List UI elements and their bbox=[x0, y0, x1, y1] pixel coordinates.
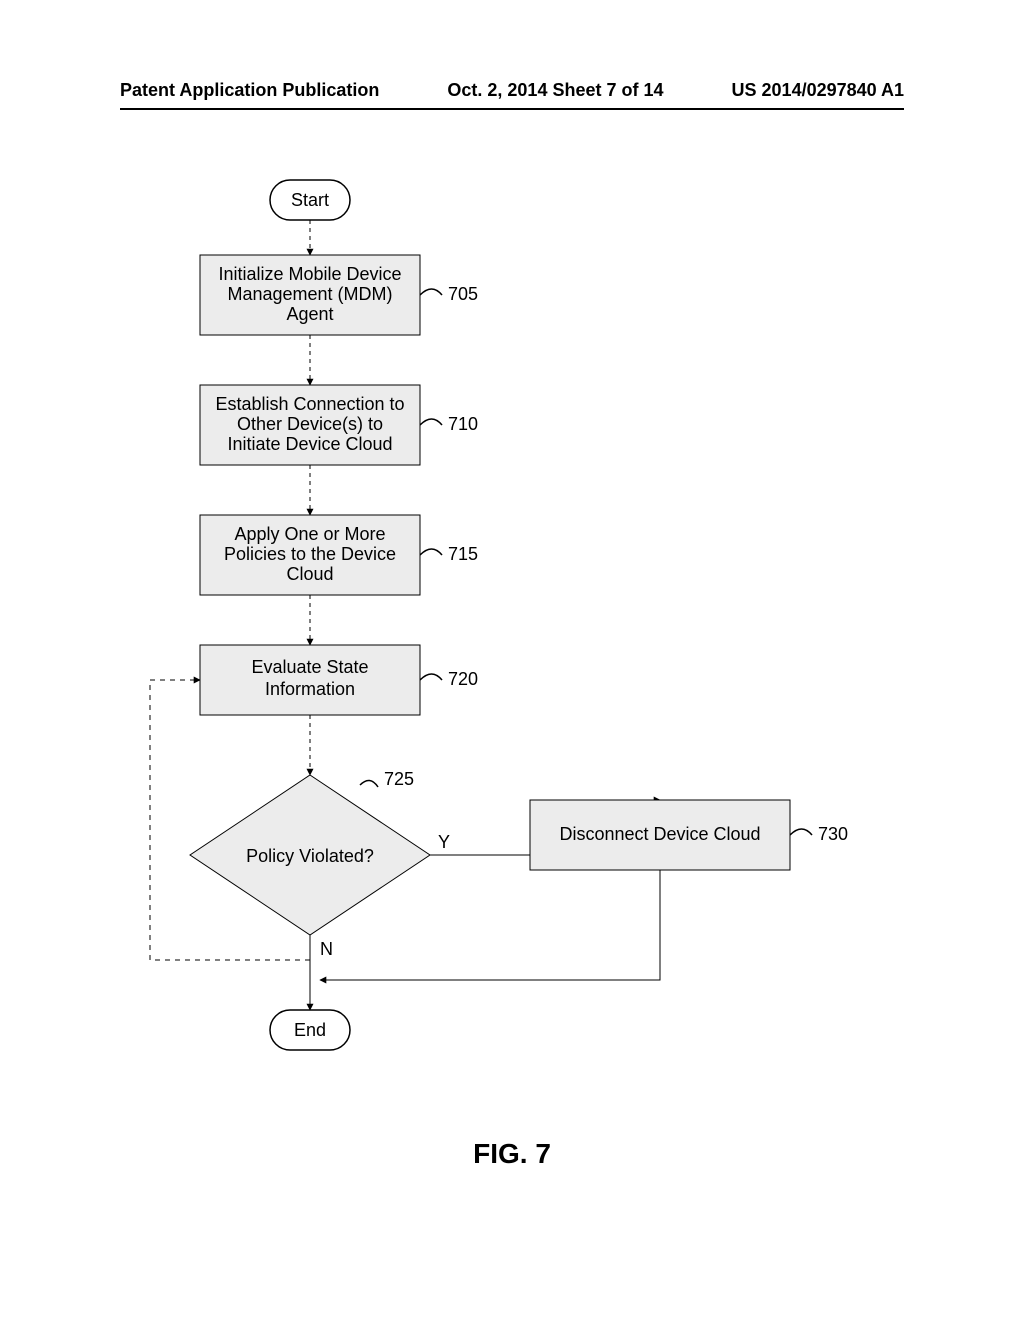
ref-705: 705 bbox=[448, 284, 478, 304]
ref-arc-705 bbox=[420, 289, 442, 295]
step-710-line3: Initiate Device Cloud bbox=[227, 434, 392, 454]
header-right: US 2014/0297840 A1 bbox=[732, 80, 904, 101]
step-720-line1: Evaluate State bbox=[251, 657, 368, 677]
step-720-line2: Information bbox=[265, 679, 355, 699]
step-705-line3: Agent bbox=[286, 304, 333, 324]
ref-720: 720 bbox=[448, 669, 478, 689]
step-715-line2: Policies to the Device bbox=[224, 544, 396, 564]
header-left: Patent Application Publication bbox=[120, 80, 379, 101]
header-rule bbox=[120, 108, 904, 110]
step-705-line2: Management (MDM) bbox=[227, 284, 392, 304]
ref-710: 710 bbox=[448, 414, 478, 434]
ref-arc-710 bbox=[420, 419, 442, 425]
ref-arc-730 bbox=[790, 829, 812, 835]
ref-arc-720 bbox=[420, 674, 442, 680]
end-label: End bbox=[294, 1020, 326, 1040]
step-730-label: Disconnect Device Cloud bbox=[559, 824, 760, 844]
step-705-line1: Initialize Mobile Device bbox=[218, 264, 401, 284]
ref-715: 715 bbox=[448, 544, 478, 564]
step-715-line1: Apply One or More bbox=[234, 524, 385, 544]
step-715-line3: Cloud bbox=[286, 564, 333, 584]
page-header: Patent Application Publication Oct. 2, 2… bbox=[0, 80, 1024, 107]
header-center: Oct. 2, 2014 Sheet 7 of 14 bbox=[447, 80, 663, 101]
figure-caption: FIG. 7 bbox=[0, 1138, 1024, 1170]
ref-725: 725 bbox=[384, 769, 414, 789]
ref-730: 730 bbox=[818, 824, 848, 844]
ref-arc-715 bbox=[420, 549, 442, 555]
ref-arc-725 bbox=[360, 780, 378, 787]
step-710-line1: Establish Connection to bbox=[215, 394, 404, 414]
start-label: Start bbox=[291, 190, 329, 210]
decision-725-label: Policy Violated? bbox=[246, 846, 374, 866]
step-710-line2: Other Device(s) to bbox=[237, 414, 383, 434]
branch-no-label: N bbox=[320, 939, 333, 959]
branch-yes-label: Y bbox=[438, 832, 450, 852]
flowchart: Start Initialize Mobile Device Managemen… bbox=[0, 140, 1024, 1140]
